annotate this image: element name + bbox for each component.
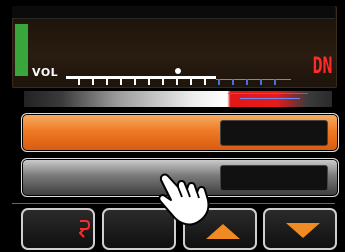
hand-pointer-icon (158, 173, 210, 226)
volume-indicator-dot (175, 68, 181, 74)
signal-meter (15, 24, 28, 76)
level-marker-line (228, 93, 308, 94)
gray-button-value-slot (220, 165, 328, 191)
level-marker-line-2 (240, 98, 300, 99)
orange-action-button[interactable] (21, 113, 339, 152)
direction-label: DN (312, 54, 332, 79)
top-status-strip (12, 6, 335, 19)
vol-label: VOL (32, 66, 59, 79)
volume-scale-ticks (66, 79, 291, 85)
return-icon (78, 220, 91, 238)
radio-screen: VOL DN (0, 0, 345, 252)
down-softkey[interactable] (263, 208, 337, 250)
return-softkey[interactable] (21, 208, 95, 250)
triangle-down-icon (286, 223, 320, 238)
orange-button-value-slot (220, 120, 328, 146)
